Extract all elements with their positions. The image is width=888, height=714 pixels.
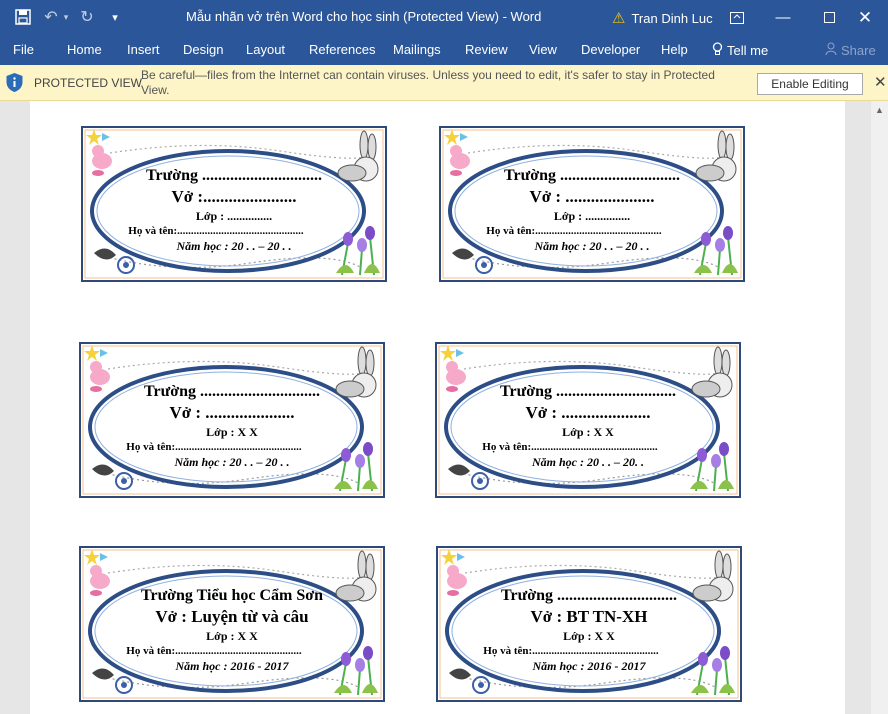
share-button[interactable]: Share xyxy=(825,42,876,58)
tab-layout[interactable]: Layout xyxy=(246,42,285,57)
label-school-text: Trường .............................. xyxy=(501,587,677,604)
lightbulb-icon xyxy=(712,42,723,59)
label-subject-text: Vở : ..................... xyxy=(525,403,651,422)
label-year-text: Năm học : 2016 - 2017 xyxy=(175,659,289,673)
tab-view[interactable]: View xyxy=(529,42,557,57)
notebook-label: Trường Tiểu học Cẩm Sơn Vở : Luyện từ và … xyxy=(78,545,386,703)
document-area: Trường .............................. Vở … xyxy=(0,101,888,714)
person-icon xyxy=(825,42,837,58)
protected-view-title: PROTECTED VIEW xyxy=(34,76,143,90)
label-subject-text: Vở :...................... xyxy=(171,187,297,206)
label-school-text: Trường .............................. xyxy=(504,167,680,184)
ribbon-display-options-icon[interactable] xyxy=(714,0,760,35)
shield-icon xyxy=(6,73,23,92)
redo-icon[interactable]: ↻ xyxy=(76,6,98,28)
tell-me-search[interactable]: Tell me xyxy=(712,42,768,59)
vertical-scrollbar[interactable]: ▲ xyxy=(871,101,888,714)
label-subject-text: Vở : ..................... xyxy=(169,403,295,422)
notebook-label: Trường .............................. Vở … xyxy=(78,341,386,499)
close-window-icon[interactable]: ✕ xyxy=(842,0,888,35)
label-name-text: Họ và tên:..............................… xyxy=(128,225,304,237)
label-class-text: Lớp : ............... xyxy=(195,209,273,223)
tell-me-label: Tell me xyxy=(727,43,769,58)
label-subject-text: Vở : BT TN-XH xyxy=(530,607,648,626)
protected-view-message: Be careful—files from the Internet can c… xyxy=(141,68,715,97)
label-school-text: Trường .............................. xyxy=(500,383,676,400)
protected-view-bar: PROTECTED VIEW Be careful—files from the… xyxy=(0,65,888,101)
label-year-text: Năm học : 2016 - 2017 xyxy=(532,659,646,673)
label-year-text: Năm học : 20 . . – 20 . . xyxy=(534,239,650,253)
notebook-label: Trường .............................. Vở … xyxy=(80,125,388,283)
user-account[interactable]: ⚠ Tran Dinh Luc xyxy=(612,9,713,27)
tab-insert[interactable]: Insert xyxy=(127,42,160,57)
label-school-text: Trường .............................. xyxy=(144,383,320,400)
customize-toolbar-icon[interactable]: ▾ xyxy=(106,6,124,28)
label-class-text: Lớp : X X xyxy=(206,425,258,439)
undo-dropdown-icon[interactable]: ▾ xyxy=(60,6,72,28)
notebook-label: Trường .............................. Vở … xyxy=(435,545,743,703)
label-name-text: Họ và tên:..............................… xyxy=(483,645,659,657)
label-class-text: Lớp : ............... xyxy=(553,209,631,223)
undo-icon[interactable]: ↶ xyxy=(40,6,62,28)
tab-developer[interactable]: Developer xyxy=(581,42,640,57)
tab-mailings[interactable]: Mailings xyxy=(393,42,441,57)
tab-review[interactable]: Review xyxy=(465,42,508,57)
label-name-text: Họ và tên:..............................… xyxy=(126,441,302,453)
title-bar: ↶ ▾ ↻ ▾ Mẫu nhãn vở trên Word cho học si… xyxy=(0,0,888,35)
close-banner-icon[interactable]: ✕ xyxy=(874,73,887,91)
label-year-text: Năm học : 20 . . – 20. . xyxy=(532,455,644,469)
label-school-text: Trường .............................. xyxy=(146,167,322,184)
label-subject-text: Vở : Luyện từ và câu xyxy=(155,607,309,626)
user-name: Tran Dinh Luc xyxy=(631,10,713,26)
label-name-text: Họ và tên:..............................… xyxy=(486,225,662,237)
label-name-text: Họ và tên:..............................… xyxy=(482,441,658,453)
tab-help[interactable]: Help xyxy=(661,42,688,57)
label-year-text: Năm học : 20 . . – 20 . . xyxy=(176,239,292,253)
label-subject-text: Vở : ..................... xyxy=(529,187,655,206)
label-class-text: Lớp : X X xyxy=(563,629,615,643)
minimize-icon[interactable]: — xyxy=(760,0,806,35)
label-year-text: Năm học : 20 . . – 20 . . xyxy=(174,455,290,469)
share-label: Share xyxy=(841,42,876,58)
label-class-text: Lớp : X X xyxy=(206,629,258,643)
scroll-up-icon[interactable]: ▲ xyxy=(874,105,885,115)
ribbon-tabs: File Home Insert Design Layout Reference… xyxy=(0,35,888,65)
notebook-label: Trường .............................. Vở … xyxy=(438,125,746,283)
label-school-text: Trường Tiểu học Cẩm Sơn xyxy=(140,587,324,604)
save-icon[interactable] xyxy=(10,6,36,28)
label-name-text: Họ và tên:..............................… xyxy=(126,645,302,657)
warning-icon: ⚠ xyxy=(612,10,626,27)
document-page: Trường .............................. Vở … xyxy=(30,101,845,714)
tab-design[interactable]: Design xyxy=(183,42,223,57)
tab-file[interactable]: File xyxy=(13,42,34,57)
enable-editing-button[interactable]: Enable Editing xyxy=(757,73,863,95)
notebook-label: Trường .............................. Vở … xyxy=(434,341,742,499)
tab-references[interactable]: References xyxy=(309,42,375,57)
window-title: Mẫu nhãn vở trên Word cho học sinh (Prot… xyxy=(186,9,542,24)
tab-home[interactable]: Home xyxy=(67,42,102,57)
label-class-text: Lớp : X X xyxy=(562,425,614,439)
